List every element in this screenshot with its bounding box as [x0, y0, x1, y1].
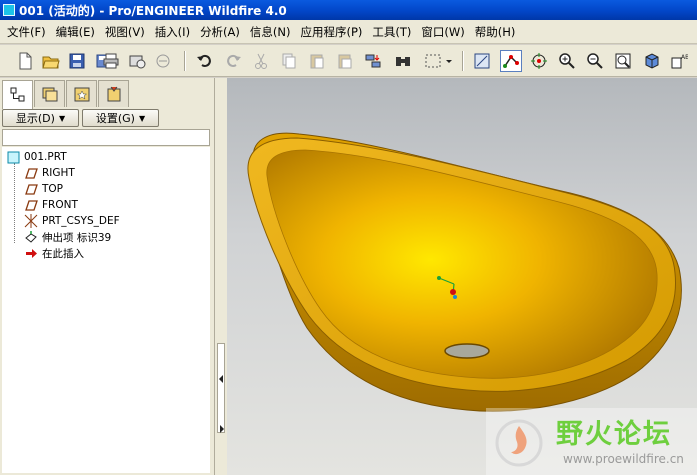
tree-item-label: 001.PRT — [24, 151, 67, 163]
tree-item-protrusion[interactable]: 伸出项 标识39 — [24, 229, 111, 245]
tree-connector-line — [14, 163, 15, 243]
copy-icon[interactable] — [278, 50, 300, 72]
window-title: 001 (活动的) - Pro/ENGINEER Wildfire 4.0 — [19, 3, 287, 18]
settings-dropdown-label: 设置(G) — [95, 112, 135, 125]
collapse-left-icon[interactable] — [217, 374, 225, 384]
menu-help[interactable]: 帮助(H) — [470, 24, 521, 40]
tree-item-insert-here[interactable]: 在此插入 — [24, 245, 84, 261]
watermark-logo — [495, 419, 543, 467]
expand-right-icon[interactable] — [218, 424, 226, 434]
tree-item-label: FRONT — [42, 199, 78, 211]
watermark: 野火论坛 www.proewildfire.cn — [486, 408, 697, 475]
tree-item-label: 伸出项 标识39 — [42, 231, 112, 244]
main-toolbar: AB — [0, 45, 697, 77]
part-icon — [6, 150, 20, 164]
open-file-icon[interactable] — [40, 50, 62, 72]
tree-item-label: RIGHT — [42, 167, 75, 179]
toolbar-separator — [184, 51, 186, 71]
tree-item-right[interactable]: RIGHT — [24, 165, 75, 181]
model-tree-panel: 显示(D) ▼ 设置(G) ▼ 001.PRT RIGHT TOP FRONT … — [0, 78, 215, 475]
show-dropdown-label: 显示(D) — [15, 112, 55, 125]
orient-icon[interactable] — [640, 50, 662, 72]
datum-plane-icon — [24, 182, 38, 196]
print-icon[interactable] — [100, 50, 122, 72]
chevron-down-icon[interactable] — [444, 50, 454, 72]
tab-favorites[interactable] — [66, 80, 97, 107]
folder-icon — [42, 87, 57, 102]
paste-special-icon[interactable] — [334, 50, 356, 72]
zoom-out-icon[interactable] — [584, 50, 606, 72]
tree-item-front[interactable]: FRONT — [24, 197, 78, 213]
favorites-icon — [74, 87, 89, 102]
menu-edit[interactable]: 编辑(E) — [51, 24, 100, 40]
tree-filter-field[interactable] — [2, 129, 210, 146]
refit-icon[interactable] — [612, 50, 634, 72]
redo-icon[interactable] — [222, 50, 244, 72]
graphics-window[interactable]: 野火论坛 www.proewildfire.cn — [227, 78, 697, 475]
settings-dropdown-button[interactable]: 设置(G) ▼ — [82, 109, 159, 127]
find-icon[interactable] — [392, 50, 414, 72]
tree-item-label: 在此插入 — [42, 247, 84, 260]
regenerate-icon[interactable] — [362, 50, 384, 72]
menu-tools[interactable]: 工具(T) — [367, 24, 416, 40]
menu-view[interactable]: 视图(V) — [100, 24, 150, 40]
paste-icon[interactable] — [306, 50, 328, 72]
save-icon[interactable] — [66, 50, 88, 72]
model-tree: 001.PRT RIGHT TOP FRONT PRT_CSYS_DEF 伸出项… — [2, 147, 210, 473]
spin-center-icon[interactable] — [528, 50, 550, 72]
menu-insert[interactable]: 插入(I) — [150, 24, 195, 40]
csys-origin — [450, 289, 456, 295]
connections-icon — [107, 86, 120, 102]
svg-text:AB: AB — [681, 54, 688, 61]
csys-x-marker — [437, 276, 441, 280]
tab-folder-browser[interactable] — [34, 80, 65, 107]
panel-splitter[interactable] — [215, 78, 227, 475]
protrusion-icon — [24, 230, 38, 244]
menu-analysis[interactable]: 分析(A) — [195, 24, 245, 40]
drain-hole — [444, 343, 490, 359]
tree-item-label: PRT_CSYS_DEF — [42, 215, 120, 227]
datum-display-icon[interactable] — [500, 50, 522, 72]
watermark-title: 野火论坛 — [556, 419, 672, 450]
tab-connections[interactable] — [98, 80, 129, 107]
select-box-icon[interactable] — [420, 50, 446, 72]
cut-icon[interactable] — [250, 50, 272, 72]
tab-model-tree[interactable] — [2, 80, 33, 109]
show-dropdown-button[interactable]: 显示(D) ▼ — [2, 109, 79, 127]
email-icon[interactable] — [126, 50, 148, 72]
insert-arrow-icon — [24, 246, 38, 260]
new-file-icon[interactable] — [14, 50, 36, 72]
watermark-url: www.proewildfire.cn — [563, 452, 684, 466]
model-tree-icon — [10, 87, 24, 102]
title-bar: 001 (活动的) - Pro/ENGINEER Wildfire 4.0 — [0, 0, 697, 20]
csys-z-marker — [453, 295, 457, 299]
tree-item-label: TOP — [42, 183, 64, 195]
tree-item-part[interactable]: 001.PRT — [6, 149, 67, 165]
datum-plane-icon — [24, 166, 38, 180]
menu-bar: 文件(F) 编辑(E) 视图(V) 插入(I) 分析(A) 信息(N) 应用程序… — [0, 20, 697, 44]
chevron-down-icon: ▼ — [138, 113, 146, 123]
app-icon — [3, 4, 15, 16]
saved-views-icon[interactable]: AB — [668, 50, 690, 72]
zoom-in-icon[interactable] — [556, 50, 578, 72]
undo-icon[interactable] — [194, 50, 216, 72]
menu-info[interactable]: 信息(N) — [245, 24, 296, 40]
csys-icon — [24, 214, 38, 228]
toolbar-separator-2 — [462, 51, 464, 71]
repaint-icon[interactable] — [471, 50, 493, 72]
tree-item-top[interactable]: TOP — [24, 181, 63, 197]
datum-plane-icon — [24, 198, 38, 212]
splitter-grip[interactable] — [217, 343, 225, 433]
menu-file[interactable]: 文件(F) — [2, 24, 51, 40]
menu-window[interactable]: 窗口(W) — [416, 24, 469, 40]
tree-item-csys[interactable]: PRT_CSYS_DEF — [24, 213, 120, 229]
menu-applications[interactable]: 应用程序(P) — [295, 24, 367, 40]
email-link-icon[interactable] — [152, 50, 174, 72]
chevron-down-icon: ▼ — [58, 113, 66, 123]
navigator-tabs — [2, 80, 130, 109]
